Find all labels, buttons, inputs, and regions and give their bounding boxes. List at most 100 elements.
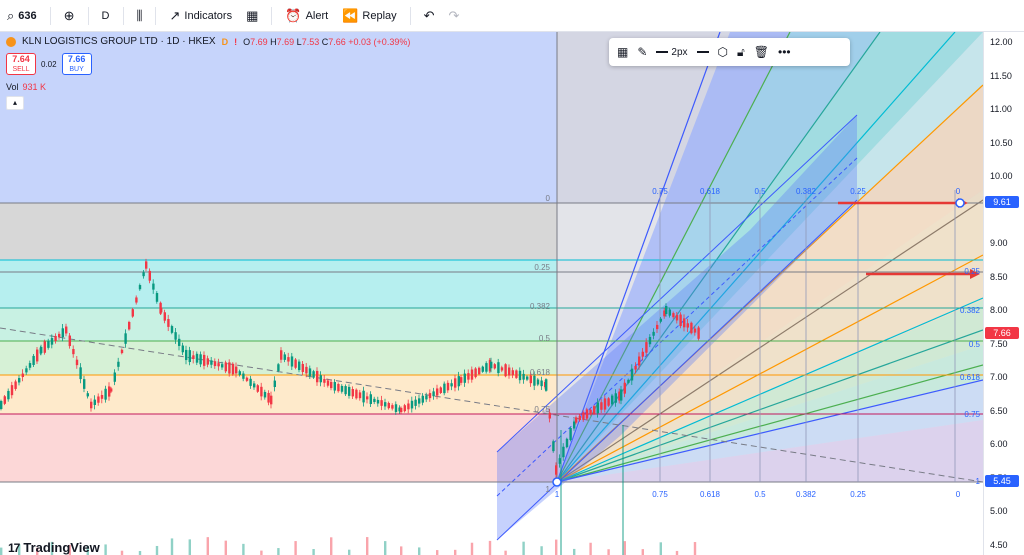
volume-bar (242, 543, 245, 555)
volume-bar (436, 550, 439, 555)
candle (623, 382, 626, 394)
price-tick: 10.50 (990, 137, 1013, 148)
templates-button[interactable]: ▦ (617, 45, 628, 59)
volume-bar (540, 546, 543, 555)
candle (245, 377, 249, 381)
collapse-legend-button[interactable]: ▴ (6, 96, 24, 110)
volume-bar (138, 550, 142, 555)
candle (199, 354, 202, 365)
undo-button[interactable]: ↶ (417, 0, 442, 32)
sell-button[interactable]: 7.64 SELL (6, 53, 36, 75)
replay-button[interactable]: ⏪ Replay (335, 0, 403, 32)
volume-label: Vol (6, 82, 19, 92)
candle (14, 381, 17, 389)
candle (68, 335, 71, 347)
candle (467, 373, 470, 380)
divider (155, 6, 157, 25)
fan-top-label: 0.618 (700, 187, 721, 196)
anchor-handle (955, 198, 965, 208)
settings-button[interactable]: ⬡ (718, 45, 728, 59)
layouts-button[interactable]: ▦ (239, 0, 265, 32)
fan-bottom-label: 1 (555, 490, 560, 499)
price-tick: 11.50 (990, 70, 1012, 81)
line-color-button[interactable]: ✎ (637, 45, 647, 59)
redo-button[interactable]: ↷ (442, 0, 467, 32)
candle (536, 379, 540, 385)
plus-circle-icon: ⊕ (63, 8, 75, 23)
buy-button[interactable]: 7.66 BUY (61, 53, 92, 75)
candle (358, 392, 362, 399)
chart-pane[interactable]: 0 0.25 0.382 0.5 0.618 0.75 1 0.75 0.618 0.5 0.382… (0, 32, 983, 555)
change-value: +0.03 (+0.39%) (348, 36, 411, 47)
candle (305, 366, 308, 374)
divider (409, 6, 411, 25)
interval-button[interactable]: D (95, 0, 117, 32)
candle (652, 331, 655, 336)
candle (326, 380, 330, 386)
fan-right-label: 1 (976, 477, 981, 486)
candle (298, 361, 301, 371)
candle (32, 355, 35, 365)
more-button[interactable]: ••• (778, 45, 791, 59)
candle (333, 382, 336, 391)
volume-bar (294, 541, 297, 555)
candle (675, 314, 679, 321)
volume-bar (348, 549, 351, 555)
warning-badge[interactable]: ! (234, 37, 237, 47)
line-width-button[interactable]: 2px (656, 47, 688, 58)
price-axis[interactable]: 12.00 11.50 11.00 10.50 10.00 9.00 8.50 8.00 7.5… (983, 32, 1024, 555)
delayed-badge[interactable]: D (222, 37, 229, 47)
chart-type-button[interactable]: ⫼ (130, 0, 150, 32)
series-title[interactable]: KLN LOGISTICS GROUP LTD · 1D · HKEX (22, 36, 216, 47)
candle (665, 306, 668, 314)
candle (100, 394, 104, 399)
candle (450, 383, 453, 387)
volume-bar (589, 542, 592, 555)
candle (414, 399, 417, 406)
candle (355, 389, 358, 399)
volume-bar (384, 541, 387, 555)
fib-level-label: 0.75 (534, 405, 550, 414)
undo-icon: ↶ (423, 8, 435, 23)
candle (104, 388, 107, 400)
volume-legend[interactable]: Vol 931 K (6, 82, 46, 92)
price-tick: 7.00 (990, 372, 1008, 382)
candle (497, 362, 500, 374)
candle (686, 323, 689, 328)
candle (340, 385, 344, 392)
candle (394, 404, 398, 413)
alert-button[interactable]: ⏰ Alert (278, 0, 335, 32)
candle (425, 395, 428, 400)
candle (308, 368, 312, 377)
fib-zone (0, 308, 557, 341)
candle (540, 380, 543, 387)
candle (555, 465, 558, 475)
candle (656, 324, 659, 330)
chart-canvas[interactable]: 0 0.25 0.382 0.5 0.618 0.75 1 0.75 0.618 0.5 0.382… (0, 32, 983, 555)
compare-button[interactable]: ⊕ (57, 0, 82, 32)
fan-right-label: 0.25 (964, 267, 980, 276)
candle (163, 312, 166, 321)
lock-button[interactable]: 🔓︎ (737, 45, 745, 60)
delete-button[interactable]: 🗑︎ (754, 45, 769, 59)
fan-bottom-label: 0.5 (754, 490, 766, 499)
candle (231, 363, 235, 375)
price-tick: 7.50 (990, 338, 1008, 349)
price-badge[interactable]: 9.61 (985, 196, 1019, 209)
candle (659, 318, 662, 322)
trading-app: ⌕ 636 ⊕ D ⫼ ↗ Indicators ▦ ⏰ Alert ⏪ Rep… (0, 0, 1024, 555)
price-tick: 8.50 (990, 271, 1008, 282)
line-style-button[interactable] (696, 51, 709, 53)
volume-value: 931 K (22, 82, 47, 92)
candle (148, 270, 151, 281)
indicators-button[interactable]: ↗ Indicators (162, 0, 239, 32)
price-badge[interactable]: 5.45 (985, 474, 1019, 487)
symbol-search[interactable]: ⌕ 636 (0, 0, 44, 32)
tradingview-watermark[interactable]: 17 TradingView (8, 540, 100, 555)
candle (582, 412, 585, 420)
candle (508, 367, 511, 376)
price-badge[interactable]: 7.66 (985, 326, 1019, 339)
candle (443, 383, 446, 394)
fib-zone (0, 260, 557, 308)
candle (256, 385, 259, 392)
